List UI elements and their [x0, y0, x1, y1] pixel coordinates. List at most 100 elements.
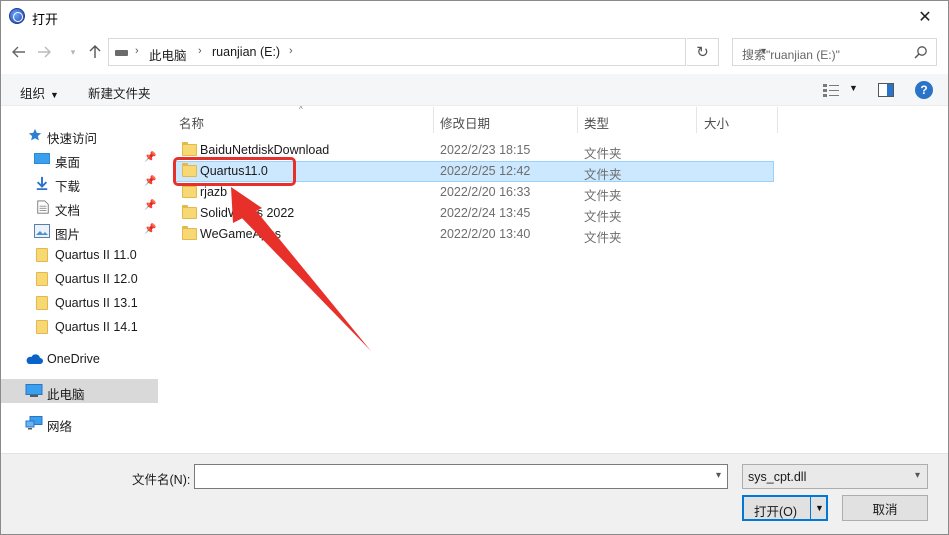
sidebar-item-network[interactable]: 网络 [1, 411, 158, 435]
drive-icon [115, 50, 128, 56]
file-name: rjazb [200, 185, 228, 199]
sidebar-item-label: 快速访问 [47, 132, 98, 146]
open-button[interactable]: 打开(O) ▼ [742, 495, 828, 521]
breadcrumb-drive[interactable]: ruanjian (E:) [212, 45, 280, 59]
close-button[interactable]: ✕ [902, 1, 948, 32]
chevron-down-icon: ▾ [914, 470, 920, 481]
chevron-down-icon: ▾ [70, 46, 76, 57]
file-type: 文件夹 [584, 147, 622, 161]
sidebar-item-this-pc[interactable]: 此电脑 [1, 379, 158, 403]
back-button[interactable] [9, 42, 29, 62]
filename-label: 文件名(N): [132, 473, 191, 487]
network-icon [25, 416, 43, 430]
sidebar-item-quartus-13[interactable]: Quartus II 13.1 [1, 291, 158, 315]
sidebar-item-desktop[interactable]: 桌面 📌 [1, 147, 158, 171]
up-button[interactable] [85, 42, 105, 62]
forward-button[interactable] [34, 42, 54, 62]
sidebar-item-quartus-14[interactable]: Quartus II 14.1 [1, 315, 158, 339]
picture-icon [34, 224, 50, 238]
back-arrow-icon [12, 46, 25, 58]
file-type: 文件夹 [584, 168, 622, 182]
refresh-icon: ↻ [696, 44, 709, 61]
open-button-label: 打开(O) [754, 505, 798, 519]
computer-icon [25, 384, 43, 397]
file-type: 文件夹 [584, 231, 622, 245]
search-icon [914, 46, 927, 59]
sidebar-item-documents[interactable]: 文档 📌 [1, 195, 158, 219]
file-row-wegameapps[interactable]: WeGameApps 2022/2/20 13:40 文件夹 [175, 224, 774, 245]
sidebar-item-label: 此电脑 [47, 388, 85, 402]
pin-icon[interactable]: 📌 [144, 152, 156, 163]
preview-pane-icon[interactable] [878, 83, 894, 97]
view-options-icon[interactable] [823, 83, 839, 97]
search-input[interactable]: 搜索"ruanjian (E:)" [732, 38, 937, 66]
sidebar-item-label: Quartus II 11.0 [55, 248, 137, 262]
search-placeholder: 搜索"ruanjian (E:)" [742, 48, 840, 62]
navigation-pane: 快速访问 桌面 📌 下载 📌 文档 📌 图片 📌 Quartus II 11.0 [1, 107, 161, 453]
file-row-solidworks[interactable]: SolidWorks 2022 2022/2/24 13:45 文件夹 [175, 203, 774, 224]
caret-down-icon: ▼ [50, 90, 59, 100]
column-header-date[interactable]: 修改日期 [440, 113, 490, 132]
forward-arrow-icon [38, 46, 51, 58]
address-bar[interactable]: › 此电脑 › ruanjian (E:) › ▾ [108, 38, 766, 66]
new-folder-button[interactable]: 新建文件夹 [88, 83, 151, 102]
filename-input[interactable]: ▾ [194, 464, 728, 489]
folder-icon [36, 248, 48, 262]
breadcrumb-this-pc[interactable]: 此电脑 [149, 45, 187, 64]
pin-icon[interactable]: 📌 [144, 200, 156, 211]
view-dropdown-icon[interactable]: ▼ [849, 83, 858, 93]
column-header-size[interactable]: 大小 [704, 113, 729, 132]
star-icon [28, 128, 42, 141]
sidebar-item-label: 图片 [55, 228, 81, 242]
file-type-filter[interactable]: sys_cpt.dll ▾ [742, 464, 928, 489]
cancel-button[interactable]: 取消 [842, 495, 928, 521]
download-icon [36, 176, 48, 190]
annotation-highlight-box [173, 157, 296, 186]
column-divider[interactable] [577, 107, 578, 133]
sidebar-item-quartus-11[interactable]: Quartus II 11.0 [1, 243, 158, 267]
folder-icon [182, 142, 197, 156]
sidebar-item-quartus-12[interactable]: Quartus II 12.0 [1, 267, 158, 291]
open-options-dropdown-icon[interactable]: ▼ [810, 497, 828, 519]
sidebar-item-onedrive[interactable]: OneDrive [1, 347, 158, 371]
pin-icon[interactable]: 📌 [144, 176, 156, 187]
file-name: BaiduNetdiskDownload [200, 143, 330, 157]
file-date: 2022/2/25 12:42 [440, 164, 531, 178]
sidebar-item-label: 文档 [55, 204, 81, 218]
sidebar-item-label: Quartus II 13.1 [55, 296, 138, 310]
sidebar-item-downloads[interactable]: 下载 📌 [1, 171, 158, 195]
sidebar-item-label: Quartus II 12.0 [55, 272, 138, 286]
file-type: 文件夹 [584, 189, 622, 203]
filename-dropdown-icon[interactable]: ▾ [716, 470, 721, 481]
refresh-button[interactable]: ↻ [687, 38, 719, 66]
file-type-filter-value: sys_cpt.dll [748, 470, 807, 484]
cloud-icon [26, 354, 43, 364]
organize-menu[interactable]: 组织 ▼ [20, 83, 59, 102]
column-divider[interactable] [696, 107, 697, 133]
desktop-icon [34, 153, 50, 164]
sidebar-item-pictures[interactable]: 图片 📌 [1, 219, 158, 243]
column-divider[interactable] [777, 107, 778, 133]
help-icon[interactable]: ? [915, 81, 933, 99]
sidebar-item-quick-access[interactable]: 快速访问 [1, 123, 158, 147]
column-divider[interactable] [433, 107, 434, 133]
file-date: 2022/2/20 13:40 [440, 227, 531, 241]
sort-ascending-icon: ^ [299, 105, 303, 114]
up-arrow-icon [89, 45, 101, 58]
column-header-type[interactable]: 类型 [584, 113, 609, 132]
pin-icon[interactable]: 📌 [144, 224, 156, 235]
folder-icon [182, 184, 197, 198]
file-name: SolidWorks 2022 [200, 206, 295, 220]
file-date: 2022/2/20 16:33 [440, 185, 531, 199]
command-toolbar: 组织 ▼ 新建文件夹 ▼ ? [1, 74, 948, 106]
sidebar-item-label: 网络 [47, 420, 73, 434]
folder-icon [36, 320, 48, 334]
file-type: 文件夹 [584, 210, 622, 224]
folder-icon [182, 226, 197, 240]
sidebar-item-label: Quartus II 14.1 [55, 320, 138, 334]
folder-icon [182, 205, 197, 219]
file-date: 2022/2/23 18:15 [440, 143, 531, 157]
recent-locations-button[interactable]: ▾ [63, 42, 83, 62]
column-header-name[interactable]: 名称 [179, 113, 204, 132]
file-name: WeGameApps [200, 227, 282, 241]
